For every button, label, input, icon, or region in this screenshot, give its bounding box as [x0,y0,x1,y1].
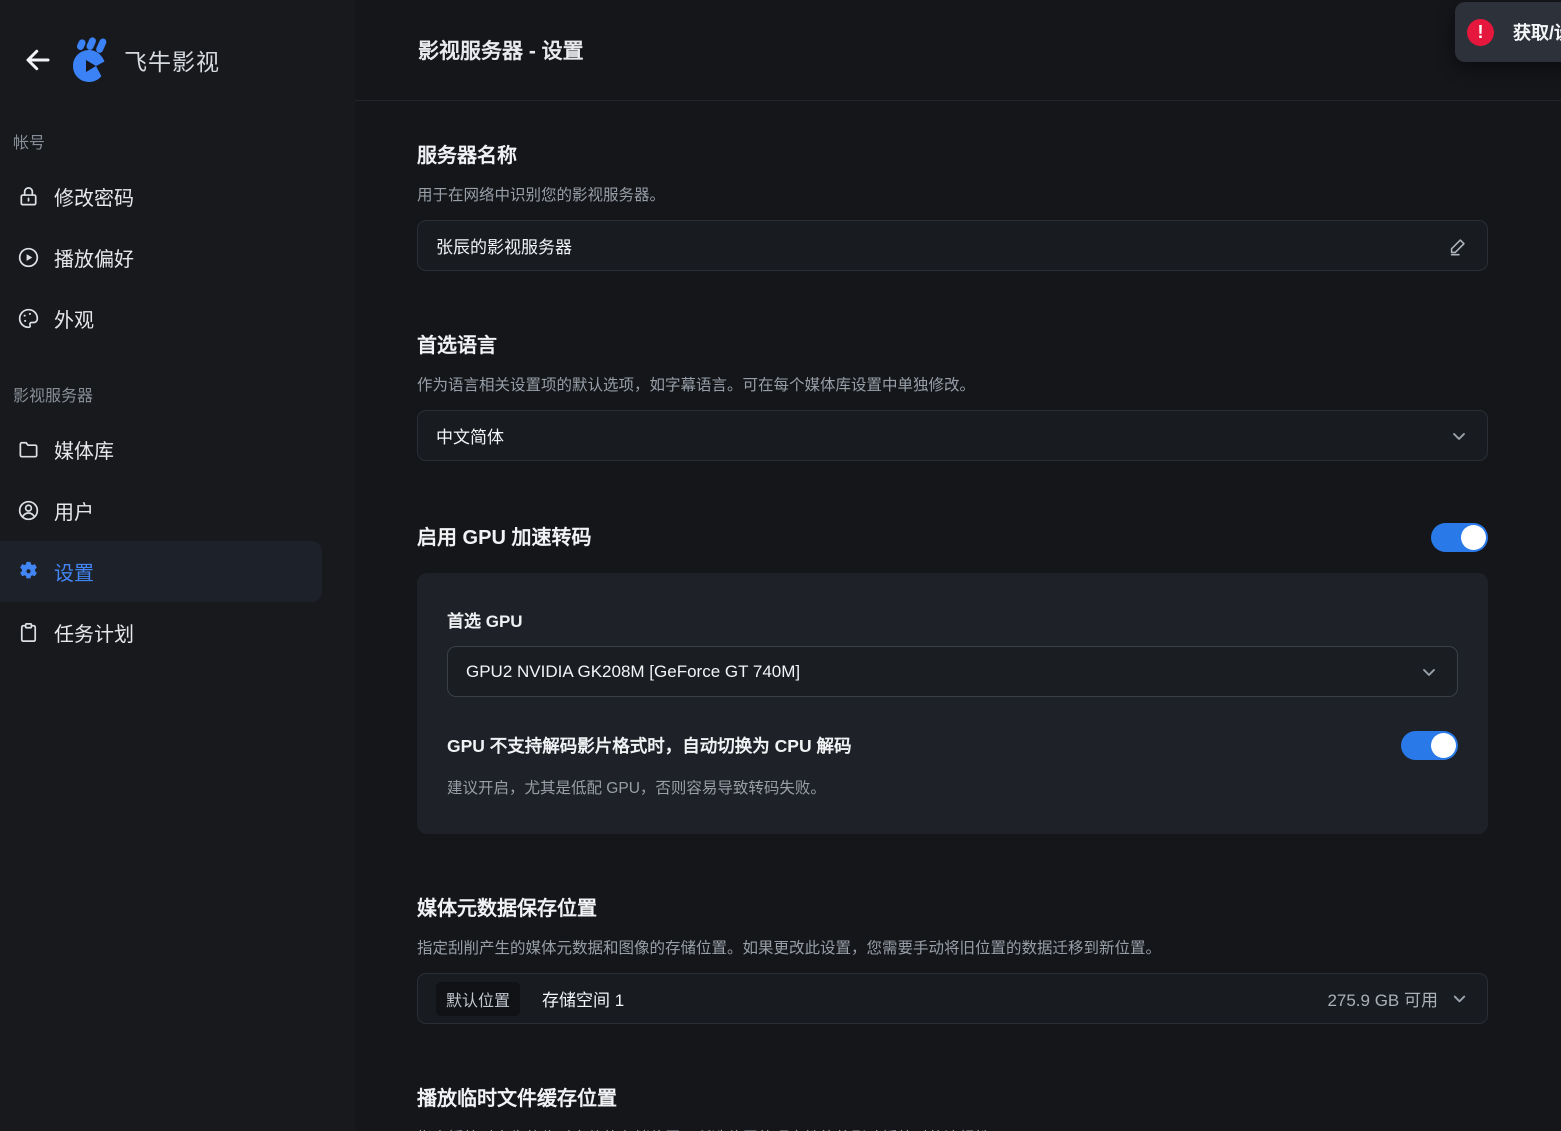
metadata-location-description: 指定刮削产生的媒体元数据和图像的存储位置。如果更改此设置，您需要手动将旧位置的数… [417,940,1162,957]
main-area: ! 获取/设置 GPU 失败 影视服务器 - 设置 服务器名称 用于在网络中识别… [355,0,1561,1131]
sidebar-item-playback-preferences[interactable]: 播放偏好 [0,227,322,288]
server-name-field [417,220,1488,271]
arrow-left-icon [26,49,50,71]
sidebar-item-label: 媒体库 [54,441,114,463]
sidebar-header: 飞牛影视 [0,0,355,120]
language-title: 首选语言 [417,335,497,357]
metadata-location-title: 媒体元数据保存位置 [417,898,597,920]
section-gpu: 启用 GPU 加速转码 首选 GPU GPU2 NVIDIA GK208M [G… [417,523,1488,834]
sidebar-item-label: 播放偏好 [54,249,134,271]
storage-space-value: 存储空间 1 [542,991,625,1010]
available-space: 275.9 GB 可用 [1327,991,1438,1010]
sidebar-item-settings[interactable]: 设置 [0,541,322,602]
section-language: 首选语言 作为语言相关设置项的默认选项，如字幕语言。可在每个媒体库设置中单独修改… [417,333,1488,461]
default-location-badge: 默认位置 [436,981,521,1016]
folder-icon [16,438,40,462]
language-select[interactable]: 中文简体 [417,410,1488,461]
sidebar-item-label: 设置 [54,563,94,585]
back-button[interactable] [18,40,58,80]
sidebar-item-label: 修改密码 [54,188,134,210]
palette-icon [16,307,40,331]
toggle-knob [1431,733,1456,758]
error-icon: ! [1467,18,1494,46]
sidebar-item-label: 任务计划 [54,624,134,646]
server-name-title: 服务器名称 [417,145,517,167]
settings-content: 服务器名称 用于在网络中识别您的影视服务器。 首选语言 作为语言相关设置项的默认… [355,101,1561,1131]
sidebar-item-label: 用户 [54,502,94,524]
chevron-down-icon [1449,426,1469,446]
chevron-down-icon [1419,662,1439,682]
section-metadata-location: 媒体元数据保存位置 指定刮削产生的媒体元数据和图像的存储位置。如果更改此设置，您… [417,896,1488,1024]
lock-icon [16,185,40,209]
sidebar: 飞牛影视 帐号 修改密码 播放偏好 外观 影视服务器 媒体库 用户 设置 任务计… [0,0,355,1131]
preferred-gpu-value: GPU2 NVIDIA GK208M [GeForce GT 740M] [466,661,801,681]
preferred-gpu-select[interactable]: GPU2 NVIDIA GK208M [GeForce GT 740M] [447,646,1458,697]
sidebar-section-account: 帐号 [13,135,46,152]
language-description: 作为语言相关设置项的默认选项，如字幕语言。可在每个媒体库设置中单独修改。 [417,377,976,394]
app-name: 飞牛影视 [124,49,220,75]
sidebar-item-appearance[interactable]: 外观 [0,288,322,349]
section-server-name: 服务器名称 用于在网络中识别您的影视服务器。 [417,143,1488,271]
cpu-fallback-title: GPU 不支持解码影片格式时，自动切换为 CPU 解码 [447,736,852,756]
server-name-description: 用于在网络中识别您的影视服务器。 [417,187,666,204]
app-logo-icon [66,36,112,84]
gear-icon [16,560,40,584]
section-cache-location: 播放临时文件缓存位置 指定播放时产生的临时文件的存储位置，所选位置的硬盘性能将影… [417,1086,1488,1131]
sidebar-section-media-server: 影视服务器 [13,388,94,405]
toast-message: 获取/设置 GPU 失败 [1513,23,1561,43]
cpu-fallback-description: 建议开启，尤其是低配 GPU，否则容易导致转码失败。 [447,780,826,797]
gpu-toggle[interactable] [1431,523,1488,552]
sidebar-item-media-library[interactable]: 媒体库 [0,419,322,480]
preferred-gpu-label: 首选 GPU [447,612,523,631]
play-circle-icon [16,246,40,270]
chevron-down-icon [1453,995,1466,1003]
gpu-card: 首选 GPU GPU2 NVIDIA GK208M [GeForce GT 74… [417,573,1488,834]
sidebar-item-task-schedule[interactable]: 任务计划 [0,602,322,663]
page-title: 影视服务器 - 设置 [418,40,584,63]
user-circle-icon [16,499,40,523]
sidebar-item-users[interactable]: 用户 [0,480,322,541]
toggle-knob [1461,525,1486,550]
cache-location-title: 播放临时文件缓存位置 [417,1088,617,1110]
cpu-fallback-toggle[interactable] [1401,731,1458,760]
sidebar-item-change-password[interactable]: 修改密码 [0,166,322,227]
sidebar-item-label: 外观 [54,310,94,332]
error-toast: ! 获取/设置 GPU 失败 [1455,2,1561,62]
clipboard-icon [16,621,40,645]
page-header: 影视服务器 - 设置 [355,0,1561,101]
edit-icon[interactable] [1447,235,1469,257]
gpu-title: 启用 GPU 加速转码 [417,526,592,549]
server-name-input[interactable] [436,235,1447,256]
metadata-location-select[interactable]: 默认位置 存储空间 1 275.9 GB 可用 [417,973,1488,1024]
language-value: 中文简体 [436,428,504,447]
